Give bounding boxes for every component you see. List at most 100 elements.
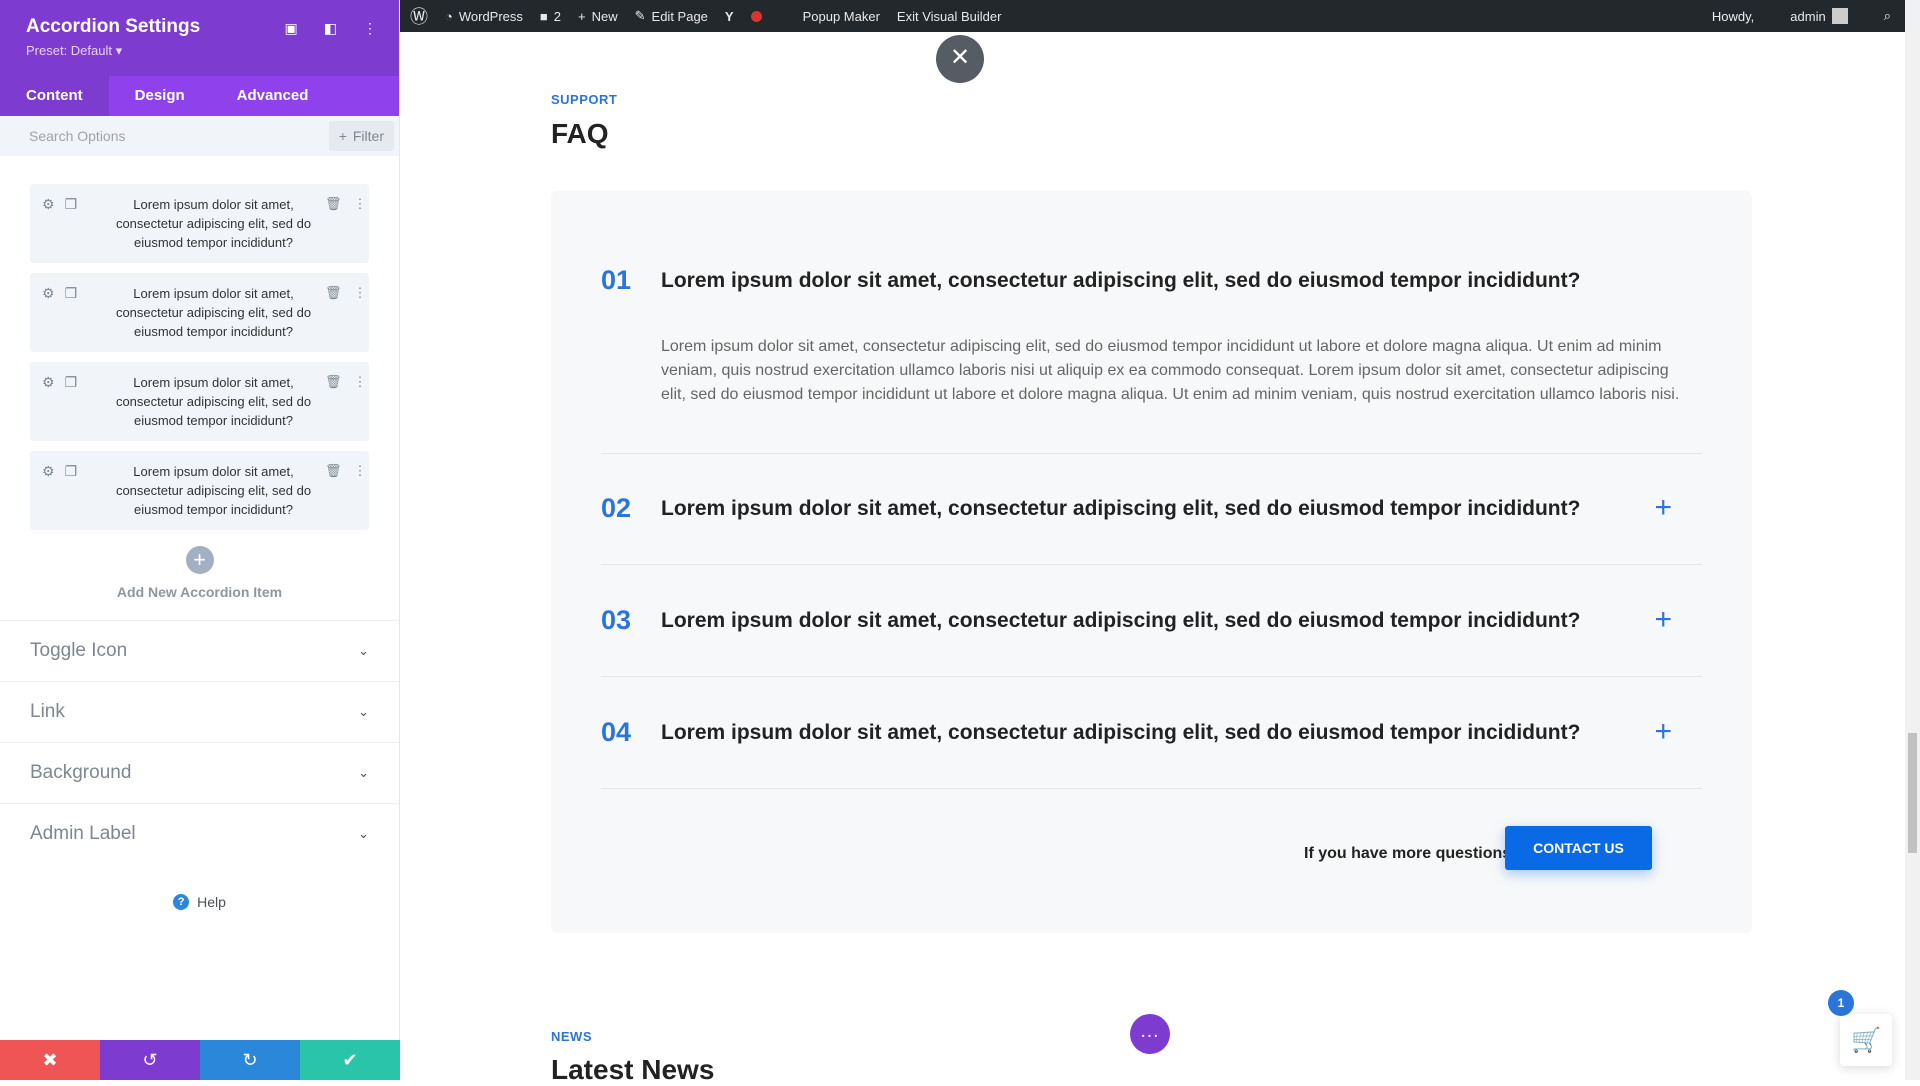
tab-content[interactable]: Content: [0, 76, 109, 116]
add-new-label[interactable]: Add New Accordion Item: [0, 584, 399, 600]
search-input[interactable]: [29, 128, 289, 144]
news-eyebrow: NEWS: [551, 1029, 592, 1044]
accordion-item[interactable]: ⚙ ❐ Lorem ipsum dolor sit amet, consectet…: [30, 451, 369, 530]
new-label: New: [591, 8, 618, 24]
search-icon[interactable]: ⌕: [1884, 8, 1891, 24]
accordion-item[interactable]: ⚙ ❐ Lorem ipsum dolor sit amet, consectet…: [30, 362, 369, 441]
faq-item[interactable]: 03 Lorem ipsum dolor sit amet, consectet…: [601, 603, 1702, 677]
redo-button[interactable]: ↻: [200, 1040, 300, 1080]
tab-advanced[interactable]: Advanced: [211, 76, 335, 116]
preset-dropdown[interactable]: Preset: Default ▾: [26, 43, 373, 59]
accordion-item[interactable]: ⚙ ❐ Lorem ipsum dolor sit amet, consectet…: [30, 184, 369, 263]
more-options-icon[interactable]: ⋮: [354, 285, 367, 301]
edit-page-label: Edit Page: [651, 8, 708, 24]
contact-us-button[interactable]: CONTACT US: [1505, 826, 1652, 870]
split-view-icon[interactable]: ◧: [324, 20, 337, 37]
wordpress-logo-icon[interactable]: Ⓦ: [410, 3, 428, 29]
tab-design[interactable]: Design: [109, 76, 211, 116]
chevron-down-icon: ⌄: [358, 643, 369, 658]
faq-item-open[interactable]: 01 Lorem ipsum dolor sit amet, consectet…: [601, 265, 1702, 454]
duplicate-icon[interactable]: ❐: [65, 374, 78, 391]
faq-accordion: 01 Lorem ipsum dolor sit amet, consectet…: [551, 191, 1752, 933]
dashboard-icon: ◔: [445, 8, 453, 24]
section-label: Background: [30, 762, 132, 783]
gear-icon[interactable]: ⚙: [42, 196, 55, 213]
accordion-item-list: ⚙ ❐ Lorem ipsum dolor sit amet, consectet…: [0, 156, 399, 530]
filter-label: Filter: [352, 128, 384, 144]
trash-icon[interactable]: 🗑: [325, 285, 342, 301]
howdy-text: Howdy,: [1711, 8, 1755, 24]
site-name-link[interactable]: ◔ WordPress: [445, 9, 523, 24]
plus-icon: +: [338, 128, 347, 144]
sidebar-header: Accordion Settings Preset: Default ▾ ▣ ◧…: [0, 0, 399, 76]
help-link[interactable]: ? Help: [0, 894, 399, 910]
scrollbar-thumb[interactable]: [1908, 733, 1917, 853]
page-scrollbar[interactable]: [1905, 0, 1920, 1080]
section-label: Toggle Icon: [30, 640, 128, 661]
add-circle-icon[interactable]: +: [185, 546, 214, 574]
avatar: [1831, 8, 1848, 24]
faq-question[interactable]: Lorem ipsum dolor sit amet, consectetur …: [661, 497, 1581, 520]
accordion-item[interactable]: ⚙ ❐ Lorem ipsum dolor sit amet, consectet…: [30, 273, 369, 352]
popup-maker-link[interactable]: Popup Maker: [803, 9, 880, 24]
help-icon: ?: [173, 894, 190, 910]
news-title: Latest News: [551, 1054, 715, 1085]
trash-icon[interactable]: 🗑: [325, 374, 342, 390]
more-options-icon[interactable]: ⋮: [354, 463, 367, 479]
sidebar-tabs: Content Design Advanced: [0, 76, 399, 116]
duplicate-icon[interactable]: ❐: [65, 463, 78, 480]
section-link[interactable]: Link ⌄: [0, 681, 399, 742]
accordion-item-label: Lorem ipsum dolor sit amet, consectetur …: [115, 197, 312, 250]
close-icon[interactable]: ✕: [936, 35, 984, 83]
trash-icon[interactable]: 🗑: [325, 196, 342, 212]
section-background[interactable]: Background ⌄: [0, 742, 399, 803]
edit-page-link[interactable]: ✎ Edit Page: [635, 8, 708, 24]
user-menu[interactable]: admin: [1790, 8, 1848, 24]
trash-icon[interactable]: 🗑: [325, 463, 342, 479]
section-admin-label[interactable]: Admin Label ⌄: [0, 803, 399, 864]
search-bar: + Filter: [0, 116, 399, 156]
builder-options-button[interactable]: …: [1130, 1014, 1170, 1054]
page-canvas: ✕ SUPPORT FAQ 01 Lorem ipsum dolor sit a…: [400, 32, 1905, 1085]
section-label: Link: [30, 701, 65, 722]
site-name: WordPress: [458, 8, 523, 24]
chevron-down-icon: ⌄: [358, 704, 369, 719]
gear-icon[interactable]: ⚙: [42, 463, 55, 480]
plus-icon[interactable]: +: [1654, 603, 1672, 637]
accordion-item-label: Lorem ipsum dolor sit amet, consectetur …: [115, 464, 312, 517]
cta-text: If you have more questions: [1304, 845, 1512, 862]
faq-question[interactable]: Lorem ipsum dolor sit amet, consectetur …: [661, 269, 1581, 292]
gear-icon[interactable]: ⚙: [42, 374, 55, 391]
plus-icon[interactable]: +: [1654, 715, 1672, 749]
cart-icon[interactable]: 🛒: [1840, 1014, 1892, 1066]
fullscreen-icon[interactable]: ▣: [285, 20, 298, 37]
action-bar: ✖ ↺ ↻ ✔: [0, 1040, 400, 1080]
more-options-icon[interactable]: ⋮: [363, 20, 377, 37]
faq-title: FAQ: [551, 118, 609, 149]
duplicate-icon[interactable]: ❐: [65, 196, 78, 213]
help-label: Help: [197, 894, 226, 910]
more-options-icon[interactable]: ⋮: [354, 374, 367, 390]
faq-item[interactable]: 02 Lorem ipsum dolor sit amet, consectet…: [601, 491, 1702, 565]
seo-status-dot[interactable]: [750, 10, 762, 22]
new-link[interactable]: + New: [578, 9, 618, 24]
plus-icon: +: [578, 8, 586, 24]
wp-admin-bar: Ⓦ ◔ WordPress ■ 2 + New ✎ Edit Page Y Po…: [400, 0, 1905, 32]
filter-button[interactable]: + Filter: [328, 121, 394, 151]
exit-visual-builder-link[interactable]: Exit Visual Builder: [897, 9, 1002, 24]
duplicate-icon[interactable]: ❐: [65, 285, 78, 302]
faq-question[interactable]: Lorem ipsum dolor sit amet, consectetur …: [661, 609, 1581, 632]
yoast-icon[interactable]: Y: [725, 9, 734, 24]
faq-item[interactable]: 04 Lorem ipsum dolor sit amet, consectet…: [601, 715, 1702, 789]
gear-icon[interactable]: ⚙: [42, 285, 55, 302]
comments-link[interactable]: ■ 2: [540, 9, 561, 24]
faq-question[interactable]: Lorem ipsum dolor sit amet, consectetur …: [661, 721, 1581, 744]
add-new-accordion-item[interactable]: + Add New Accordion Item: [0, 546, 399, 600]
more-options-icon[interactable]: ⋮: [354, 196, 367, 212]
cancel-button[interactable]: ✖: [0, 1040, 100, 1080]
section-toggle-icon[interactable]: Toggle Icon ⌄: [0, 620, 399, 681]
save-button[interactable]: ✔: [300, 1040, 400, 1080]
undo-button[interactable]: ↺: [100, 1040, 200, 1080]
plus-icon[interactable]: +: [1654, 491, 1672, 525]
section-label: Admin Label: [30, 823, 136, 844]
